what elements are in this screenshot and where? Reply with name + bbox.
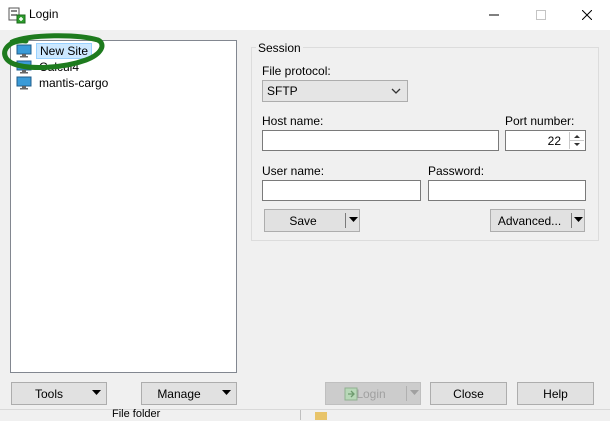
password-label: Password: (428, 164, 485, 178)
minimize-button[interactable] (471, 0, 517, 30)
app-icon (8, 6, 26, 24)
login-button[interactable]: Login (325, 382, 421, 405)
close-icon (582, 10, 592, 20)
tools-button[interactable]: Tools (11, 382, 107, 405)
split-separator (345, 213, 346, 228)
advanced-button[interactable]: Advanced... (490, 209, 585, 232)
new-site-icon (16, 44, 32, 58)
file-protocol-value: SFTP (267, 84, 298, 98)
save-button[interactable]: Save (264, 209, 360, 232)
chevron-down-icon (391, 88, 401, 94)
port-number-spinner[interactable]: 22 (505, 130, 586, 151)
dropdown-arrow-icon (410, 390, 419, 395)
host-name-label: Host name: (262, 114, 324, 128)
password-input[interactable] (428, 180, 586, 201)
help-button-label: Help (543, 386, 568, 401)
host-name-input[interactable] (262, 130, 499, 151)
spin-arrows-icon (570, 135, 584, 146)
tree-item-label: mantis-cargo (39, 76, 109, 90)
background-strip-divider (300, 410, 301, 420)
maximize-button[interactable] (518, 0, 564, 30)
dropdown-arrow-icon (92, 390, 101, 395)
split-separator (571, 213, 572, 228)
tree-item-label: New Site (36, 43, 93, 59)
maximize-icon (536, 10, 546, 20)
close-button[interactable]: Close (430, 382, 507, 405)
monitor-icon (16, 76, 32, 90)
window-title: Login (29, 7, 59, 21)
close-button-label: Close (453, 386, 484, 401)
dropdown-arrow-icon (222, 390, 231, 395)
port-number-label: Port number: (505, 114, 575, 128)
background-strip-text: File folder (112, 408, 161, 420)
tree-item-calcul4[interactable]: Calcul4 (16, 59, 82, 75)
dropdown-arrow-icon (349, 217, 358, 222)
tree-item-new-site[interactable]: New Site (16, 43, 93, 59)
manage-button[interactable]: Manage (141, 382, 237, 405)
port-spin-buttons[interactable] (569, 132, 584, 149)
folder-icon (315, 412, 327, 420)
port-number-value: 22 (547, 134, 561, 148)
user-name-input[interactable] (262, 180, 421, 201)
file-protocol-label: File protocol: (262, 64, 331, 78)
split-separator (406, 386, 407, 401)
help-button[interactable]: Help (517, 382, 594, 405)
session-group-title: Session (256, 41, 303, 55)
minimize-icon (489, 14, 499, 16)
dropdown-arrow-icon (574, 217, 583, 222)
tree-item-label: Calcul4 (39, 60, 80, 74)
login-icon (344, 387, 358, 401)
background-window-strip (0, 409, 610, 421)
monitor-icon (16, 60, 32, 74)
site-tree[interactable]: New Site Calcul4 mantis-cargo (10, 40, 237, 373)
close-window-button[interactable] (564, 0, 610, 30)
user-name-label: User name: (262, 164, 325, 178)
file-protocol-select[interactable]: SFTP (262, 80, 408, 102)
tree-item-mantis-cargo[interactable]: mantis-cargo (16, 75, 111, 91)
